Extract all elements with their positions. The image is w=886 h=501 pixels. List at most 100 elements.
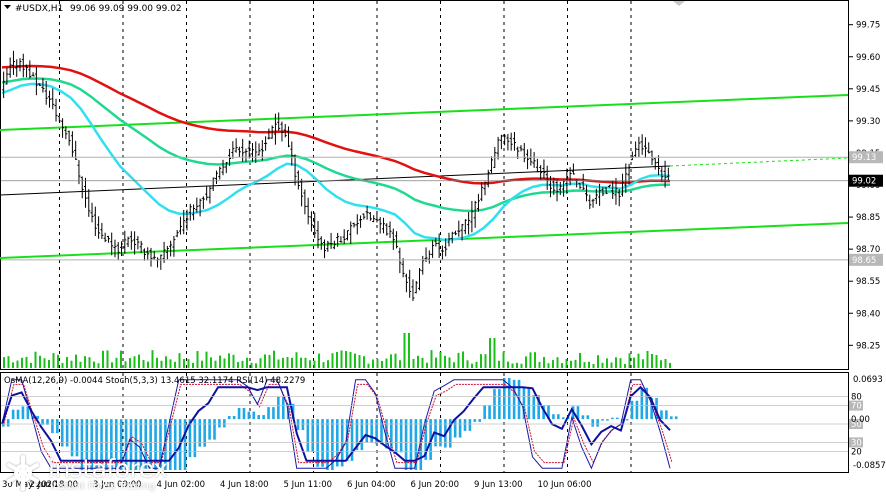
volume-bar <box>25 356 28 368</box>
osma-bar <box>552 414 555 420</box>
osma-bar <box>453 419 457 438</box>
volume-bar <box>520 363 523 368</box>
osma-bar <box>615 417 619 420</box>
osma-bar <box>660 410 663 420</box>
osma-min-label: -0.0857 <box>853 461 886 471</box>
osma-bar <box>11 409 15 420</box>
volume-bar <box>394 353 397 368</box>
volume-bar <box>57 354 59 368</box>
osma-bar <box>561 417 565 420</box>
volume-bar <box>660 360 662 368</box>
volume-bar <box>187 359 190 368</box>
volume-bar <box>534 352 536 368</box>
volume-bar <box>538 361 541 368</box>
volume-bar <box>439 351 442 368</box>
volume-bar <box>223 358 226 368</box>
osma-bar <box>458 419 462 438</box>
volume-bar <box>241 360 244 368</box>
volume-bar <box>637 353 640 368</box>
volume-bar <box>111 362 113 368</box>
indicator-level-label: 20 <box>851 448 862 458</box>
volume-bar <box>561 363 563 368</box>
volume-bar <box>466 360 469 368</box>
volume-bar <box>498 360 500 368</box>
osma-bar <box>630 400 634 420</box>
osma-bar <box>586 415 590 420</box>
volume-bar <box>624 363 626 368</box>
time-label: 6 Jun 20:00 <box>411 480 460 490</box>
volume-bar <box>178 353 181 368</box>
osma-bar <box>277 396 280 420</box>
volume-bar <box>88 357 91 368</box>
volume-bar <box>160 360 163 368</box>
chart-window[interactable]: 99.7599.6099.4599.3099.1599.0098.8598.70… <box>0 0 886 497</box>
volume-bar <box>642 359 644 368</box>
time-label: 10 Jun 06:00 <box>538 480 592 490</box>
indicator-level-label: 0.00 <box>851 415 870 425</box>
osma-bar <box>321 419 324 467</box>
volume-bar <box>511 363 514 368</box>
volume-bar <box>363 356 365 368</box>
volume-bar <box>318 353 320 368</box>
indicator-level-label: 70 <box>851 402 862 412</box>
volume-bar <box>246 357 248 368</box>
volume-bar <box>313 360 316 368</box>
volume-bar <box>156 357 158 368</box>
osma-bar <box>557 414 560 420</box>
volume-bar <box>376 358 379 368</box>
volume-bar <box>430 350 433 368</box>
volume-bar <box>3 357 5 368</box>
logo-mark-icon <box>7 455 39 491</box>
osma-bar <box>281 396 285 420</box>
chart-header: #USDX,H1 99.06 99.09 99.00 99.02 <box>4 4 182 14</box>
osma-bar <box>218 419 221 428</box>
osma-bar <box>247 411 251 420</box>
volume-bar <box>219 355 221 368</box>
osma-bar <box>75 419 79 457</box>
volume-bar <box>327 360 329 368</box>
volume-bar <box>444 355 446 368</box>
price-label: 98.70 <box>856 245 880 255</box>
volume-bar <box>66 357 68 368</box>
volume-bar <box>147 361 149 368</box>
ohlc-readout: 99.06 99.09 99.00 99.02 <box>70 4 182 14</box>
volume-bar <box>426 362 428 368</box>
osma-bar <box>512 379 516 420</box>
volume-bar <box>574 359 577 368</box>
volume-bar <box>250 362 253 368</box>
volume-bar <box>619 358 622 368</box>
volume-bar <box>480 354 482 368</box>
level-label: 99.13 <box>852 153 876 163</box>
volume-bar <box>268 354 271 368</box>
price-label: 98.25 <box>856 341 880 351</box>
volume-bar <box>48 360 50 368</box>
symbol-label: #USDX,H1 <box>15 4 63 14</box>
volume-bar <box>169 359 172 368</box>
osma-bar <box>232 415 236 420</box>
volume-bar <box>30 362 32 368</box>
time-label: 6 Jun 04:00 <box>347 480 396 490</box>
volume-bar <box>322 362 325 368</box>
osma-bar <box>340 419 344 467</box>
volume-bar <box>399 360 401 368</box>
volume-bar <box>255 363 257 368</box>
volume-bar <box>291 357 293 368</box>
volume-bar <box>192 362 194 368</box>
volume-bar <box>97 363 100 368</box>
price-label: 98.85 <box>856 213 880 223</box>
volume-bar <box>421 357 424 368</box>
osma-bar <box>21 406 25 420</box>
osma-bar <box>483 404 486 420</box>
volume-bar <box>588 361 590 368</box>
time-label: 4 Jun 18:00 <box>220 480 269 490</box>
volume-bar <box>286 357 289 368</box>
osma-bar <box>365 419 369 443</box>
osma-bar <box>468 419 472 431</box>
osma-bar <box>635 400 639 420</box>
volume-bar <box>264 354 266 368</box>
volume-bar <box>507 361 509 368</box>
volume-bar <box>273 350 275 368</box>
osma-bar <box>26 406 30 420</box>
volume-bar <box>84 356 86 368</box>
volume-bar <box>462 351 464 368</box>
